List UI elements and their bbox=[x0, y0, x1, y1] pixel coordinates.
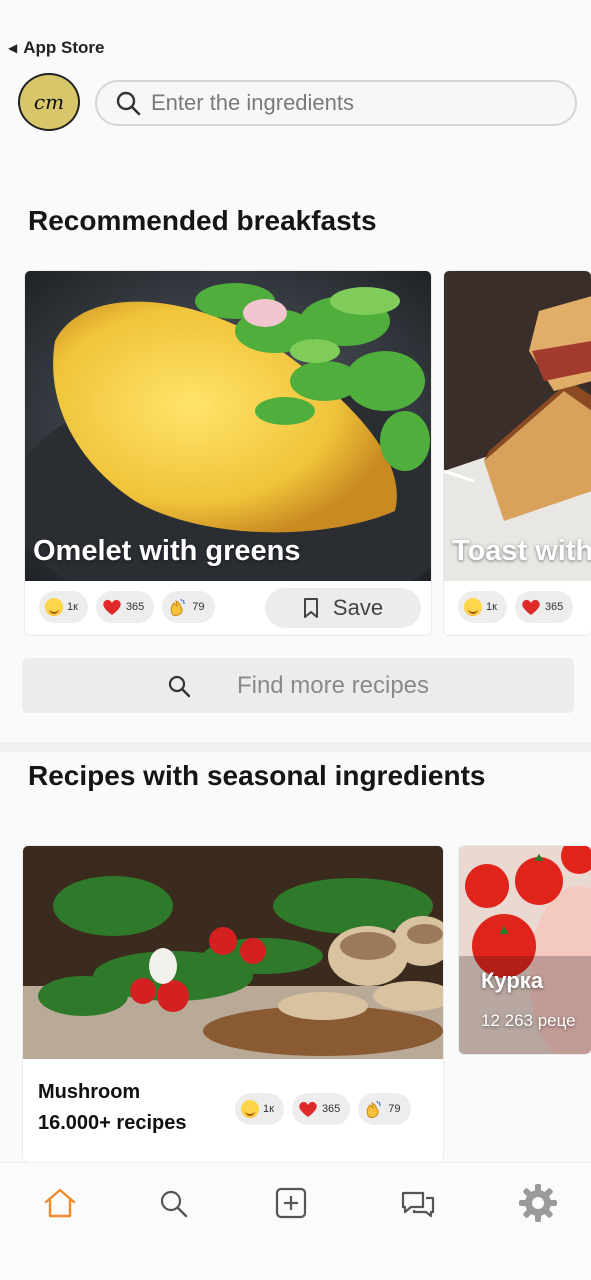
reaction-smile[interactable]: 1к bbox=[235, 1093, 284, 1125]
save-button[interactable]: Save bbox=[265, 588, 421, 628]
chat-icon bbox=[401, 1191, 435, 1218]
tab-chat[interactable] bbox=[398, 1183, 438, 1223]
reaction-smile[interactable]: 1к bbox=[458, 591, 507, 623]
find-more-label: Find more recipes bbox=[236, 671, 430, 699]
add-icon bbox=[275, 1187, 307, 1219]
search-icon bbox=[116, 91, 141, 116]
recipe-card-title: Toast with bbox=[452, 535, 591, 567]
recipe-count: 12 263 реце bbox=[481, 1011, 576, 1030]
reactions-row: 1к 365 79 bbox=[39, 591, 215, 623]
gear-icon bbox=[519, 1184, 557, 1222]
recipe-card-title: Курка bbox=[481, 968, 544, 993]
clap-icon bbox=[367, 1100, 382, 1118]
section-divider bbox=[0, 742, 591, 752]
reaction-heart[interactable]: 365 bbox=[95, 591, 155, 623]
section-title-breakfasts: Recommended breakfasts bbox=[28, 205, 377, 236]
recipe-card-omelet[interactable]: Omelet with greens 1к 365 79 bbox=[24, 270, 432, 636]
heart-icon bbox=[522, 599, 540, 615]
recipe-category-title: Mushroom bbox=[38, 1081, 141, 1103]
find-more-recipes-button[interactable]: Find more recipes bbox=[22, 658, 574, 713]
ingredient-search-input[interactable]: Enter the ingredients bbox=[95, 80, 577, 126]
reaction-smile[interactable]: 1к bbox=[39, 591, 88, 623]
reaction-heart[interactable]: 365 bbox=[514, 591, 574, 623]
bottom-tab-bar bbox=[0, 1162, 591, 1280]
recipe-card-toast[interactable]: Toast with 1к 365 bbox=[443, 270, 591, 636]
back-to-app-store[interactable]: ◀ App Store bbox=[8, 38, 104, 58]
mushroom-photo bbox=[23, 846, 443, 1059]
home-icon bbox=[44, 1188, 76, 1218]
back-label: App Store bbox=[23, 38, 105, 57]
section-title-seasonal: Recipes with seasonal ingredients bbox=[28, 760, 486, 791]
recipe-count: 16.000+ recipes bbox=[38, 1112, 187, 1134]
tab-settings[interactable] bbox=[518, 1183, 558, 1223]
search-placeholder: Enter the ingredients bbox=[151, 90, 355, 115]
smile-emoji-icon bbox=[464, 598, 482, 616]
tab-search[interactable] bbox=[153, 1183, 193, 1223]
back-arrow-icon: ◀ bbox=[8, 41, 18, 55]
reaction-clap[interactable]: 79 bbox=[162, 591, 215, 623]
bookmark-icon bbox=[303, 598, 318, 618]
app-logo[interactable]: cm bbox=[18, 73, 80, 131]
search-icon bbox=[168, 675, 191, 697]
reactions-row: 1к 365 79 bbox=[235, 1093, 411, 1125]
smile-emoji-icon bbox=[241, 1100, 259, 1118]
clap-icon bbox=[171, 598, 186, 616]
recipe-card-title: Omelet with greens bbox=[33, 535, 301, 567]
tab-add[interactable] bbox=[271, 1183, 311, 1223]
search-icon bbox=[160, 1190, 188, 1218]
tab-home[interactable] bbox=[40, 1183, 80, 1223]
heart-icon bbox=[103, 599, 121, 615]
recipe-card-chicken[interactable]: Курка 12 263 реце bbox=[458, 845, 591, 1055]
smile-emoji-icon bbox=[45, 598, 63, 616]
reaction-heart[interactable]: 365 bbox=[291, 1093, 351, 1125]
heart-icon bbox=[299, 1101, 317, 1117]
reaction-clap[interactable]: 79 bbox=[358, 1093, 411, 1125]
reactions-row: 1к 365 bbox=[458, 591, 574, 623]
